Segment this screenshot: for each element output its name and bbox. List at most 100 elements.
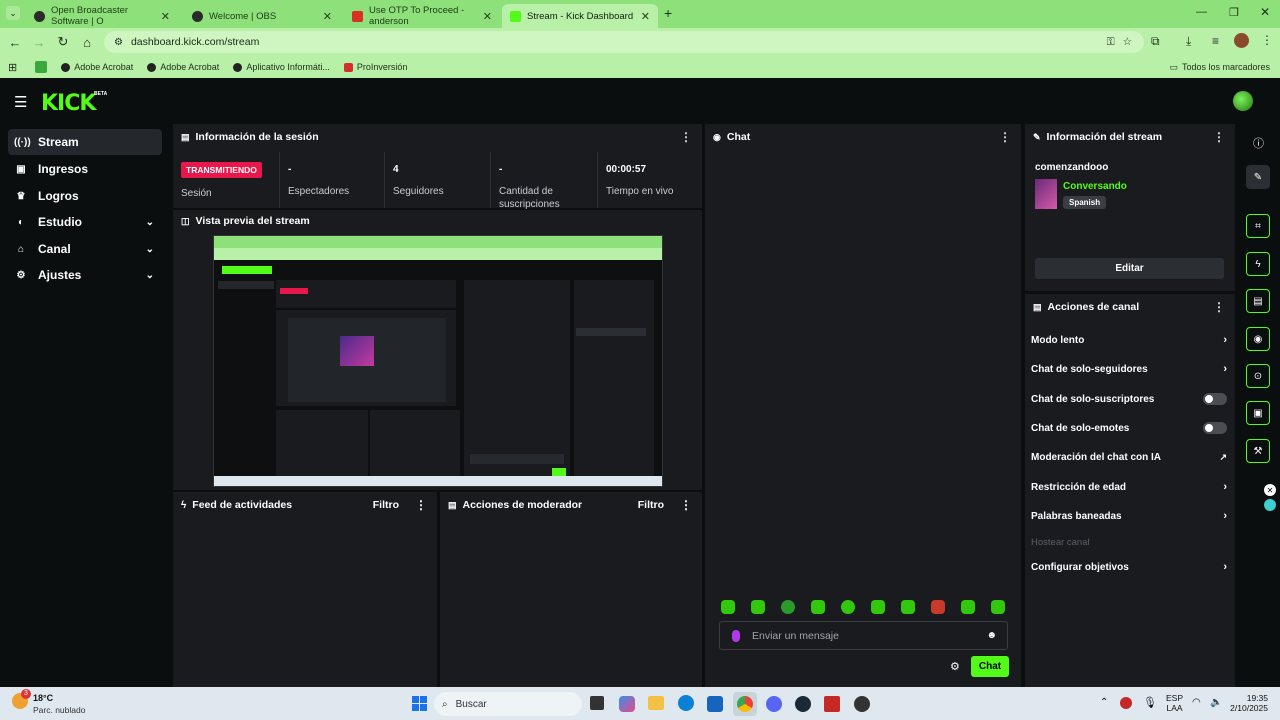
close-icon[interactable]: ✕ — [483, 10, 492, 23]
site-info-icon[interactable]: ⚙ — [114, 37, 123, 48]
rail-button-mod[interactable]: ▣ — [1246, 401, 1270, 425]
emote-icon[interactable] — [841, 600, 855, 614]
emote-icon[interactable] — [751, 600, 765, 614]
rail-button-clip[interactable]: ⌗ — [1246, 214, 1270, 238]
restore-button[interactable]: ❐ — [1229, 6, 1239, 19]
forward-icon[interactable]: → — [27, 35, 51, 50]
close-icon[interactable]: ✕ — [641, 10, 650, 23]
sidebar-item-ingresos[interactable]: ▣ Ingresos — [8, 156, 162, 182]
task-view-icon[interactable] — [590, 696, 604, 710]
emote-icon[interactable] — [931, 600, 945, 614]
more-options-icon[interactable]: ⋮ — [680, 498, 692, 512]
media-icon[interactable]: ≡ — [1212, 34, 1219, 48]
bookmark-adobe-2[interactable]: Adobe Acrobat — [147, 62, 219, 72]
chrome-icon[interactable] — [737, 696, 753, 712]
edit-button[interactable]: Editar — [1035, 258, 1224, 279]
emote-icon[interactable] — [811, 600, 825, 614]
apps-grid-icon[interactable]: ⊞ — [8, 61, 17, 74]
sidebar-item-logros[interactable]: ♛ Logros — [8, 183, 162, 209]
sidebar-item-stream[interactable]: ((·)) Stream — [8, 129, 162, 155]
emote-icon[interactable] — [991, 600, 1005, 614]
bookmark-star-icon[interactable]: ☆ — [1123, 36, 1132, 48]
profile-avatar[interactable] — [1234, 33, 1249, 48]
hamburger-menu-icon[interactable]: ☰ — [14, 93, 27, 111]
more-options-icon[interactable]: ⋮ — [415, 498, 427, 512]
tab-search-button[interactable]: ⌄ — [6, 6, 20, 20]
show-hidden-icons[interactable]: ⌃ — [1100, 697, 1108, 708]
tab-obs[interactable]: Open Broadcaster Software | O ✕ — [26, 4, 178, 28]
filter-button[interactable]: Filtro — [373, 499, 399, 511]
address-bar[interactable]: ⚙ dashboard.kick.com/stream ⚿ ☆ — [104, 31, 1144, 53]
rail-button-chat[interactable]: ◉ — [1246, 327, 1270, 351]
app-red-icon[interactable] — [824, 696, 840, 712]
close-icon[interactable]: ✕ — [323, 10, 332, 23]
bookmark-aplicativo[interactable]: Aplicativo Informáti... — [233, 62, 330, 72]
rail-button-activity[interactable]: ϟ — [1246, 252, 1270, 276]
file-explorer-icon[interactable] — [648, 696, 664, 710]
action-configurar-objetivos[interactable]: Configurar objetivos › — [1031, 557, 1227, 577]
menu-icon[interactable]: ⋮ — [1261, 33, 1273, 47]
more-options-icon[interactable]: ⋮ — [680, 130, 692, 144]
chat-settings-icon[interactable]: ⚙ — [950, 660, 960, 673]
emote-icon[interactable] — [901, 600, 915, 614]
action-palabras-baneadas[interactable]: Palabras baneadas › — [1031, 506, 1227, 526]
emote-icon[interactable] — [781, 600, 795, 614]
rail-button-broadcast[interactable]: ⊙ — [1246, 364, 1270, 388]
stream-category[interactable]: Conversando — [1063, 181, 1127, 192]
volume-icon[interactable]: 🔈 — [1210, 697, 1222, 708]
sidebar-item-ajustes[interactable]: ⚙ Ajustes ⌄ — [8, 262, 162, 288]
microphone-icon[interactable] — [732, 629, 740, 642]
more-options-icon[interactable]: ⋮ — [999, 130, 1011, 144]
obs-icon[interactable] — [854, 696, 870, 712]
taskbar-search[interactable]: ⌕ Buscar — [434, 692, 582, 716]
action-modo-lento[interactable]: Modo lento › — [1031, 330, 1227, 350]
close-icon[interactable]: ✕ — [161, 10, 170, 23]
minimize-button[interactable]: — — [1196, 6, 1207, 18]
kick-logo[interactable]: KICK — [41, 91, 96, 116]
emote-icon[interactable] — [721, 600, 735, 614]
windows-start-icon[interactable] — [412, 696, 427, 711]
filter-button[interactable]: Filtro — [638, 499, 664, 511]
clock[interactable]: 19:35 2/10/2025 — [1228, 693, 1268, 713]
password-key-icon[interactable]: ⚿ — [1107, 36, 1115, 49]
home-icon[interactable]: ⌂ — [75, 35, 99, 50]
bookmark-proinversion[interactable]: ProInversión — [343, 62, 407, 72]
emote-icon[interactable] — [871, 600, 885, 614]
user-avatar[interactable] — [1233, 91, 1253, 111]
info-icon[interactable]: ⓘ — [1253, 135, 1264, 151]
toggle-switch[interactable] — [1203, 422, 1227, 434]
new-tab-button[interactable]: + — [664, 5, 672, 21]
reload-icon[interactable]: ↻ — [51, 34, 75, 50]
language-indicator[interactable]: ESP LAA — [1166, 693, 1183, 713]
steam-icon[interactable] — [795, 696, 811, 712]
discord-icon[interactable] — [766, 696, 782, 712]
action-solo-seguidores[interactable]: Chat de solo-seguidores › — [1031, 359, 1227, 379]
action-restriccion-edad[interactable]: Restricción de edad › — [1031, 477, 1227, 497]
rail-button-tools[interactable]: ⚒ — [1246, 439, 1270, 463]
chat-input[interactable]: Enviar un mensaje ☻ — [719, 621, 1008, 650]
all-bookmarks[interactable]: ▭ Todos los marcadores — [1169, 62, 1270, 73]
window-close-button[interactable]: ✕ — [1260, 5, 1270, 19]
tray-app-icon[interactable] — [1120, 697, 1132, 709]
extension-bookmark-icon[interactable] — [35, 61, 48, 73]
more-options-icon[interactable]: ⋮ — [1213, 300, 1225, 314]
tab-welcome-obs[interactable]: Welcome | OBS ✕ — [184, 4, 340, 28]
tab-kick-dashboard[interactable]: Stream - Kick Dashboard ✕ — [502, 4, 658, 28]
more-options-icon[interactable]: ⋮ — [1213, 130, 1225, 144]
download-icon[interactable]: ⤓ — [1186, 34, 1191, 49]
sidebar-item-estudio[interactable]: ◐ Estudio ⌄ — [8, 209, 162, 235]
emoji-icon[interactable]: ☻ — [986, 630, 997, 641]
store-icon[interactable] — [707, 696, 723, 712]
rail-button-notes[interactable]: ▤ — [1246, 289, 1270, 313]
extensions-icon[interactable]: ⧉ — [1151, 34, 1160, 49]
wifi-icon[interactable]: ◠ — [1192, 697, 1201, 708]
microphone-icon[interactable]: 🎙 — [1143, 696, 1157, 709]
close-icon[interactable]: ✕ — [1264, 484, 1276, 496]
emote-icon[interactable] — [961, 600, 975, 614]
back-icon[interactable]: ← — [3, 35, 27, 50]
copilot-icon[interactable] — [619, 696, 635, 712]
stream-preview-video[interactable] — [213, 235, 663, 487]
bookmark-adobe-1[interactable]: Adobe Acrobat — [61, 62, 133, 72]
tab-otp[interactable]: Use OTP To Proceed - anderson ✕ — [344, 4, 500, 28]
edit-rail-button[interactable]: ✎ — [1246, 165, 1270, 189]
